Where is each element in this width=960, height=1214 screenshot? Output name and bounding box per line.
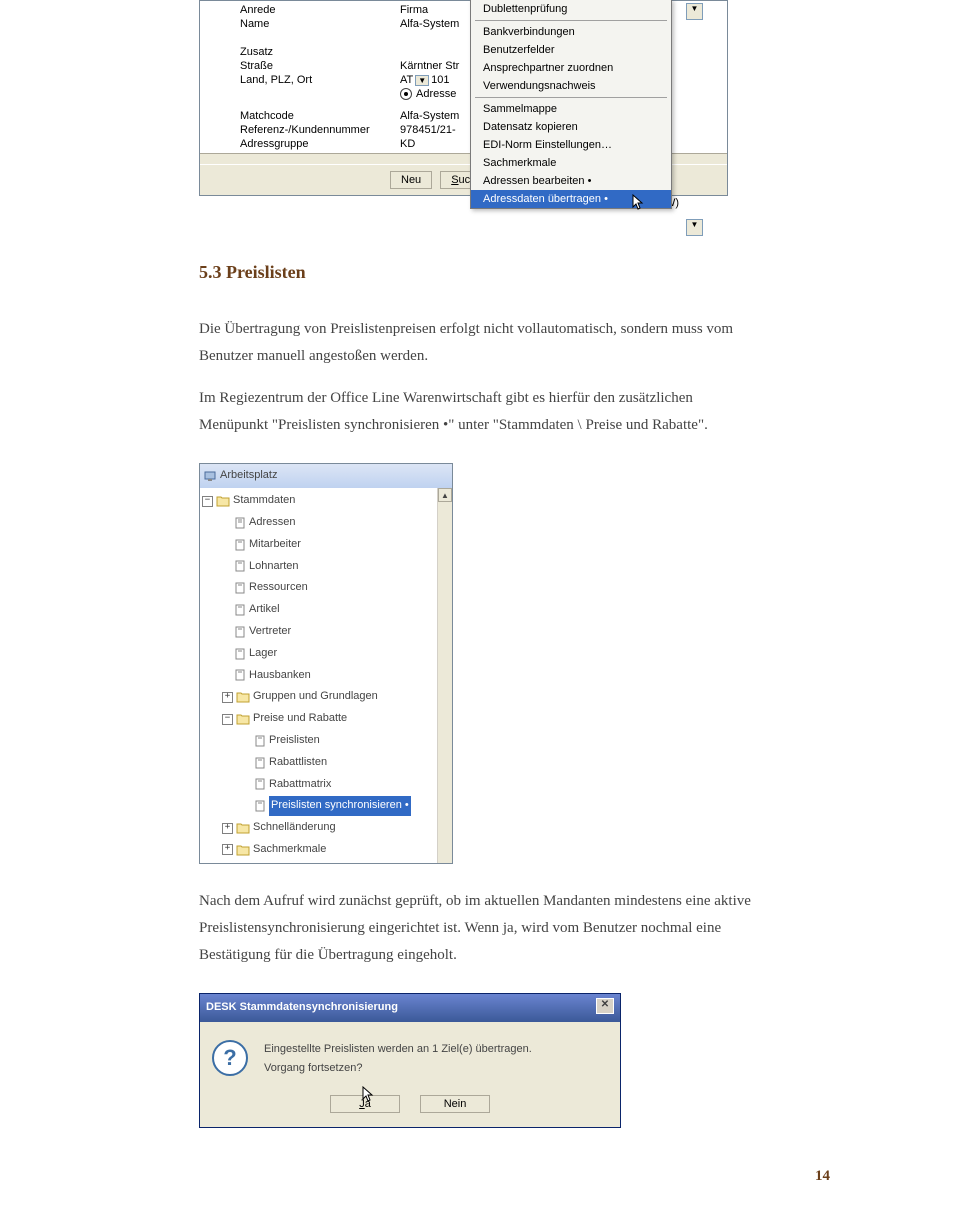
label-adresse-radio: Adresse: [416, 88, 456, 100]
dropdown-arrow-icon[interactable]: ▼: [415, 75, 429, 86]
tree-node[interactable]: − Stammdaten: [200, 490, 452, 512]
close-icon[interactable]: ✕: [596, 998, 614, 1014]
menu-item[interactable]: Bankverbindungen: [471, 23, 671, 41]
page-icon: [234, 517, 246, 529]
folder-open-icon: [236, 713, 250, 725]
dropdown-button-icon[interactable]: ▼: [686, 219, 703, 236]
cursor-icon: [361, 1086, 377, 1102]
label-matchcode: Matchcode: [200, 110, 400, 122]
label-adressgruppe: Adressgruppe: [200, 138, 400, 150]
tree-screenshot: Arbeitsplatz − Stammdaten Adressen Mitar…: [199, 463, 453, 863]
tree-leaf[interactable]: Preislisten: [200, 730, 452, 752]
tree-leaf[interactable]: Vertreter: [200, 621, 452, 643]
confirm-dialog: DESK Stammdatensynchronisierung ✕ ? Eing…: [199, 993, 621, 1128]
scroll-up-icon[interactable]: ▲: [438, 488, 452, 502]
menu-item[interactable]: Benutzerfelder: [471, 41, 671, 59]
tree-title-bar: Arbeitsplatz: [200, 464, 452, 488]
question-icon: ?: [212, 1040, 248, 1076]
page-number: 14: [0, 1168, 960, 1185]
tree-leaf[interactable]: Rabattlisten: [200, 752, 452, 774]
label-zusatz: Zusatz: [200, 46, 400, 58]
scrollbar[interactable]: ▲: [437, 488, 452, 863]
menu-item[interactable]: Adressen bearbeiten •: [471, 172, 671, 190]
folder-icon: [236, 822, 250, 834]
page-icon: [254, 800, 266, 812]
tree-leaf[interactable]: Lager: [200, 643, 452, 665]
label-land: Land, PLZ, Ort: [200, 74, 400, 86]
tree-node[interactable]: +Sachmerkmale: [200, 839, 452, 861]
paragraph: Die Übertragung von Preislistenpreisen e…: [199, 316, 759, 370]
dropdown-button-icon[interactable]: ▼: [686, 3, 703, 20]
tree-leaf[interactable]: Hausbanken: [200, 665, 452, 687]
radio-adresse[interactable]: [400, 88, 412, 100]
form-screenshot: AnredeFirma NameAlfa-System Zusatz Straß…: [199, 0, 728, 196]
tree-leaf[interactable]: Lohnarten: [200, 556, 452, 578]
page-icon: [234, 582, 246, 594]
dialog-text: Eingestellte Preislisten werden an 1 Zie…: [264, 1040, 532, 1060]
dialog-title-bar: DESK Stammdatensynchronisierung ✕: [200, 994, 620, 1022]
value-land1: AT: [400, 74, 413, 86]
label-anrede: Anrede: [200, 4, 400, 16]
page-icon: [254, 735, 266, 747]
page-icon: [254, 778, 266, 790]
folder-icon: [236, 691, 250, 703]
label-strasse: Straße: [200, 60, 400, 72]
paragraph: Nach dem Aufruf wird zunächst geprüft, o…: [199, 888, 759, 969]
yes-button[interactable]: Ja: [330, 1095, 400, 1113]
menu-item-selected[interactable]: Adressdaten übertragen •: [471, 190, 671, 208]
label-name: Name: [200, 18, 400, 30]
tree-leaf[interactable]: Adressen: [200, 512, 452, 534]
menu-separator: [475, 20, 667, 21]
paragraph: Im Regiezentrum der Office Line Warenwir…: [199, 385, 759, 439]
neu-button[interactable]: Neu: [390, 171, 432, 189]
folder-icon: [236, 844, 250, 856]
tree-node[interactable]: −Preise und Rabatte: [200, 708, 452, 730]
page-icon: [234, 539, 246, 551]
tree-leaf[interactable]: Ressourcen: [200, 577, 452, 599]
tree-body: − Stammdaten Adressen Mitarbeiter Lohnar…: [200, 488, 452, 863]
workstation-icon: [204, 470, 216, 482]
page-icon: [234, 669, 246, 681]
dialog-title: DESK Stammdatensynchronisierung: [206, 998, 398, 1018]
menu-separator: [475, 97, 667, 98]
menu-item[interactable]: Sammelmappe: [471, 100, 671, 118]
menu-item[interactable]: Verwendungsnachweis: [471, 77, 671, 95]
cursor-icon: [631, 194, 647, 210]
tree-leaf[interactable]: Mitarbeiter: [200, 534, 452, 556]
dialog-buttons: Ja Nein: [200, 1087, 620, 1127]
menu-item[interactable]: Sachmerkmale: [471, 154, 671, 172]
tree-leaf[interactable]: Rabattmatrix: [200, 774, 452, 796]
label-referenz: Referenz-/Kundennummer: [200, 124, 400, 136]
menu-item[interactable]: Datensatz kopieren: [471, 118, 671, 136]
tree-node[interactable]: +Schnelländerung: [200, 817, 452, 839]
page-icon: [234, 626, 246, 638]
page-icon: [234, 648, 246, 660]
dialog-text: Vorgang fortsetzen?: [264, 1059, 532, 1079]
folder-open-icon: [216, 495, 230, 507]
tree-node[interactable]: +Gruppen und Grundlagen: [200, 686, 452, 708]
dialog-body: ? Eingestellte Preislisten werden an 1 Z…: [200, 1022, 620, 1088]
page-icon: [254, 757, 266, 769]
page-icon: [234, 560, 246, 572]
page-icon: [234, 604, 246, 616]
menu-item[interactable]: EDI-Norm Einstellungen…: [471, 136, 671, 154]
section-heading: 5.3 Preislisten: [199, 256, 759, 288]
tree-leaf-selected[interactable]: Preislisten synchronisieren •: [200, 795, 452, 817]
tree-leaf[interactable]: Artikel: [200, 599, 452, 621]
menu-item[interactable]: Ansprechpartner zuordnen: [471, 59, 671, 77]
value-land2: 101: [431, 74, 449, 86]
form-area: AnredeFirma NameAlfa-System Zusatz Straß…: [200, 1, 727, 153]
context-menu: Dublettenprüfung Bankverbindungen Benutz…: [470, 0, 672, 209]
menu-item[interactable]: Dublettenprüfung: [471, 0, 671, 18]
no-button[interactable]: Nein: [420, 1095, 490, 1113]
